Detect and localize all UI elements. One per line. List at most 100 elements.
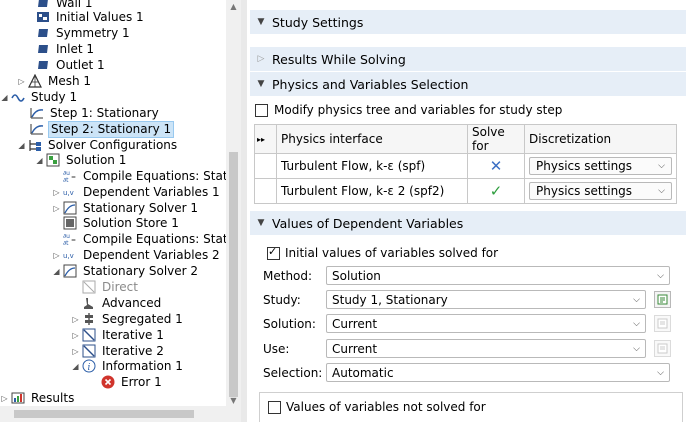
not-solved-group: Values of variables not solved for: [259, 392, 683, 422]
discretization-select[interactable]: Physics settings ⌵: [529, 157, 672, 175]
initial-values-icon: [36, 10, 50, 24]
expand-arrow-icon[interactable]: ▷: [17, 77, 26, 86]
not-solved-checkbox[interactable]: [268, 400, 281, 414]
use-select[interactable]: Current ⌵: [326, 339, 646, 358]
collapse-arrow-icon[interactable]: ◢: [52, 267, 61, 276]
dependent-variables-icon: u,v: [63, 248, 77, 262]
tree-item-advanced[interactable]: Advanced: [82, 295, 163, 311]
expand-arrow-icon[interactable]: ▷: [0, 394, 9, 403]
tree-item-step1[interactable]: Step 1: Stationary: [30, 105, 161, 121]
study-select[interactable]: Study 1, Stationary ⌵: [326, 290, 646, 309]
physics-interface-cell: Turbulent Flow, k-ε (spf): [276, 153, 468, 179]
tree-item-segregated[interactable]: ▷ Segregated 1: [71, 311, 185, 327]
tree-item-stationary-solver-1[interactable]: ▷ Stationary Solver 1: [52, 200, 200, 216]
solution-label: Solution:: [263, 317, 316, 331]
tree-item-study[interactable]: ◢ Study 1: [0, 89, 79, 105]
use-row: Use:: [263, 339, 326, 359]
tree-item-iterative-2[interactable]: ▷ Iterative 2: [71, 343, 166, 359]
tree-item-results[interactable]: ▷ Results: [0, 390, 76, 406]
tree-item-compile-equations-2[interactable]: ∂u∂t= Compile Equations: Stationary 1: [63, 231, 226, 248]
not-solved-row: Values of variables not solved for: [268, 400, 486, 414]
method-select[interactable]: Solution ⌵: [326, 266, 670, 285]
table-row: Turbulent Flow, k-ε 2 (spf2) ✓ Physics s…: [254, 178, 677, 204]
tree-item-iterative-1[interactable]: ▷ Iterative 1: [71, 327, 166, 343]
column-header-interface[interactable]: Physics interface: [276, 124, 468, 154]
scroll-down-icon[interactable]: ▼: [226, 396, 241, 405]
expand-arrow-icon[interactable]: ▷: [71, 347, 80, 356]
expand-arrow-icon[interactable]: ▷: [52, 204, 61, 213]
scroll-up-icon[interactable]: ▲: [226, 2, 241, 11]
physics-interface-cell: Turbulent Flow, k-ε 2 (spf2): [276, 178, 468, 204]
stationary-solver-icon: [63, 201, 77, 215]
go-to-source-button-disabled[interactable]: [654, 315, 671, 332]
selection-select[interactable]: Automatic ⌵: [326, 363, 670, 382]
expand-arrow-icon[interactable]: ▷: [52, 251, 61, 260]
column-resize-icon[interactable]: ▸▸: [254, 124, 277, 154]
tree-horizontal-scrollbar[interactable]: [0, 406, 226, 422]
svg-text:u,v: u,v: [63, 252, 74, 260]
tree-item-outlet[interactable]: Outlet 1: [36, 57, 107, 73]
method-row: Method:: [263, 266, 326, 286]
chevron-down-icon: ⌵: [658, 186, 665, 196]
section-results-while-solving[interactable]: ▷ Results While Solving: [250, 47, 686, 71]
go-to-source-icon: [657, 343, 668, 354]
tree-item-dependent-variables-2[interactable]: ▷ u,v Dependent Variables 2: [52, 247, 222, 263]
svg-text:∂t: ∂t: [63, 177, 69, 183]
modify-tree-checkbox[interactable]: [255, 103, 268, 117]
discretization-cell: Physics settings ⌵: [524, 178, 677, 204]
tree-item-solution[interactable]: ◢ Solution 1: [35, 152, 128, 168]
horizontal-scroll-thumb[interactable]: [14, 410, 194, 418]
settings-panel: ▼ Study Settings ▷ Results While Solving…: [247, 0, 688, 422]
error-icon: [101, 375, 115, 389]
section-study-settings[interactable]: ▼ Study Settings: [250, 10, 686, 34]
collapse-arrow-icon[interactable]: ◢: [0, 93, 9, 102]
advanced-icon: [82, 296, 96, 310]
section-values-dependent-variables[interactable]: ▼ Values of Dependent Variables: [250, 211, 686, 235]
discretization-select[interactable]: Physics settings ⌵: [529, 182, 672, 200]
discretization-cell: Physics settings ⌵: [524, 153, 677, 179]
tree-item-inlet[interactable]: Inlet 1: [36, 41, 96, 57]
collapse-triangle-icon: ▼: [257, 17, 265, 27]
go-to-source-button-disabled[interactable]: [654, 340, 671, 357]
svg-text:∂u: ∂u: [63, 170, 70, 177]
study-row: Study:: [263, 290, 326, 310]
tree-item-dependent-variables-1[interactable]: ▷ u,v Dependent Variables 1: [52, 184, 222, 200]
study-icon: [11, 90, 25, 104]
tree-item-compile-equations-1[interactable]: ∂u∂t= Compile Equations: Stationary: [63, 168, 226, 185]
column-header-solve[interactable]: Solve for: [467, 124, 525, 154]
inlet-icon: [36, 42, 50, 56]
direct-icon: [82, 280, 96, 294]
collapse-arrow-icon[interactable]: ◢: [35, 156, 44, 165]
expand-arrow-icon[interactable]: ▷: [71, 315, 80, 324]
vertical-scroll-thumb[interactable]: [229, 152, 238, 397]
solve-for-toggle[interactable]: ✓: [467, 178, 525, 204]
expand-arrow-icon[interactable]: ▷: [52, 188, 61, 197]
tree-item-direct[interactable]: Direct: [82, 279, 140, 295]
chevron-down-icon: ⌵: [633, 343, 640, 354]
collapse-arrow-icon[interactable]: ◢: [71, 362, 80, 371]
tree-item-mesh[interactable]: ▷ Mesh 1: [17, 73, 93, 89]
solve-for-toggle[interactable]: ✕: [467, 153, 525, 179]
solution-select[interactable]: Current ⌵: [326, 314, 646, 333]
tree-vertical-scrollbar[interactable]: ▲ ▼: [226, 0, 241, 422]
tree-item-initial-values[interactable]: Initial Values 1: [36, 9, 146, 25]
expand-arrow-icon[interactable]: ▷: [71, 331, 80, 340]
column-header-discretization[interactable]: Discretization: [524, 124, 677, 154]
tree-item-step2[interactable]: Step 2: Stationary 1: [30, 120, 175, 138]
tree-item-solution-store[interactable]: Solution Store 1: [63, 215, 181, 231]
stationary-step-icon: [30, 106, 44, 120]
expand-triangle-icon: ▷: [257, 54, 265, 64]
tree-item-symmetry[interactable]: Symmetry 1: [36, 25, 132, 41]
go-to-source-button[interactable]: [654, 291, 671, 308]
go-to-source-icon: [657, 318, 668, 329]
svg-text:∂t: ∂t: [63, 240, 69, 246]
tree-item-solver-configurations[interactable]: ◢ Solver Configurations: [17, 137, 179, 153]
tree-item-information[interactable]: ◢ i Information 1: [71, 358, 185, 374]
section-physics-selection[interactable]: ▼ Physics and Variables Selection: [250, 72, 686, 96]
symmetry-icon: [36, 26, 50, 40]
collapse-arrow-icon[interactable]: ◢: [17, 141, 26, 150]
tree-item-stationary-solver-2[interactable]: ◢ Stationary Solver 2: [52, 263, 200, 279]
chevron-down-icon: ⌵: [657, 270, 664, 281]
tree-item-error[interactable]: Error 1: [101, 374, 164, 390]
initial-solved-checkbox[interactable]: [267, 245, 280, 260]
